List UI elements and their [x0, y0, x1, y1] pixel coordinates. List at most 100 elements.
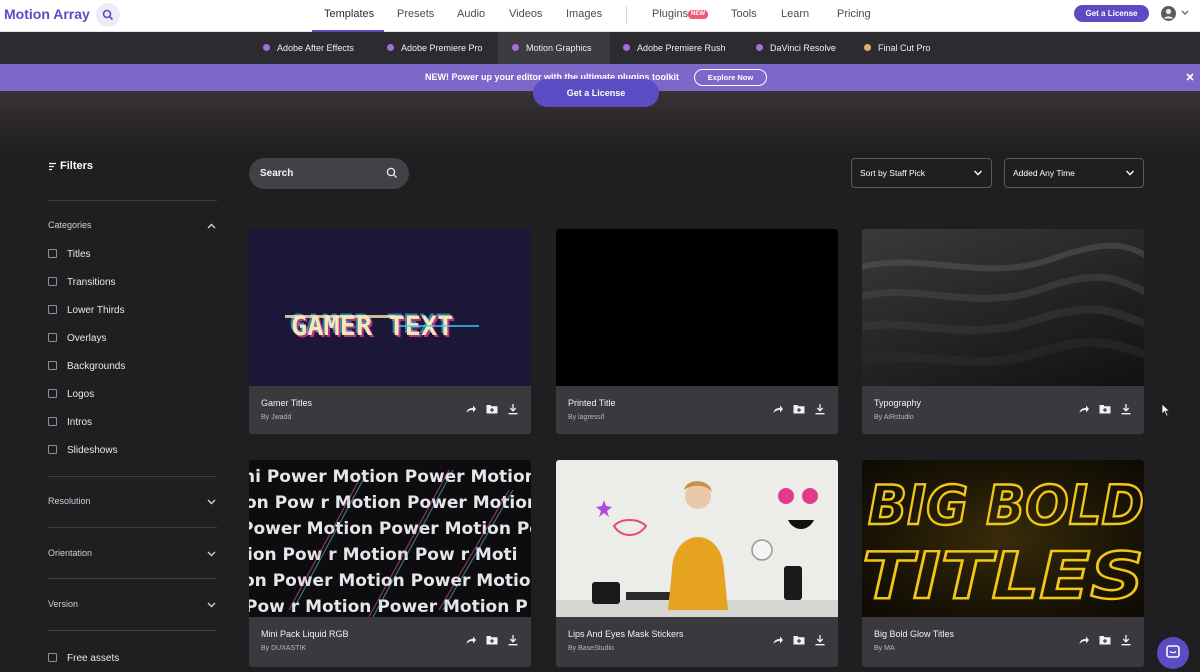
sort-select[interactable]: Sort by Staff Pick [851, 158, 992, 188]
add-to-folder-icon[interactable] [486, 634, 498, 646]
card-title[interactable]: Printed Title [568, 398, 616, 408]
nav-tools[interactable]: Tools [731, 8, 757, 20]
logo[interactable]: Motion Array [4, 6, 90, 22]
nav-learn[interactable]: Learn [781, 8, 809, 20]
share-icon[interactable] [1078, 403, 1090, 415]
nav-audio[interactable]: Audio [457, 8, 485, 20]
resolution-header[interactable]: Resolution [48, 496, 91, 506]
share-icon[interactable] [1078, 634, 1090, 646]
card-title[interactable]: Lips And Eyes Mask Stickers [568, 629, 684, 639]
download-icon[interactable] [507, 634, 519, 646]
chevron-down-icon[interactable] [206, 601, 217, 609]
card-title[interactable]: Gamer Titles [261, 398, 312, 408]
category-transitions[interactable]: Transitions [48, 276, 116, 290]
sand-dunes-preview [862, 242, 1144, 366]
card-title[interactable]: Mini Pack Liquid RGB [261, 629, 349, 639]
thumbnail-gamer-titles[interactable]: GAMER TEXT GAMER TEXT GAMER TEXT [249, 229, 531, 386]
thumbnail-printed-title[interactable] [556, 229, 838, 386]
subnav-davinci-resolve[interactable]: DaVinci Resolve [756, 32, 836, 64]
search-icon[interactable] [386, 167, 398, 179]
time-select[interactable]: Added Any Time [1004, 158, 1144, 188]
share-icon[interactable] [465, 634, 477, 646]
subnav-final-cut-pro[interactable]: Final Cut Pro [864, 32, 931, 64]
nav-images[interactable]: Images [566, 8, 602, 20]
category-slideshows[interactable]: Slideshows [48, 444, 118, 458]
free-assets-filter[interactable]: Free assets [48, 652, 119, 666]
card-author[interactable]: By MA [874, 645, 895, 652]
subnav-premiere-rush[interactable]: Adobe Premiere Rush [623, 32, 726, 64]
checkbox[interactable] [48, 304, 57, 314]
download-icon[interactable] [1120, 403, 1132, 415]
category-titles[interactable]: Titles [48, 248, 91, 262]
checkbox[interactable] [48, 276, 57, 286]
add-to-folder-icon[interactable] [1099, 403, 1111, 415]
asset-card[interactable]: ni Power Motion Power Motion on Pow r Mo… [249, 460, 531, 667]
chevron-down-icon[interactable] [206, 498, 217, 506]
card-author[interactable]: By AiRstudio [874, 414, 914, 421]
download-icon[interactable] [507, 403, 519, 415]
share-icon[interactable] [772, 634, 784, 646]
add-to-folder-icon[interactable] [486, 403, 498, 415]
share-icon[interactable] [772, 403, 784, 415]
version-header[interactable]: Version [48, 599, 78, 609]
search-button[interactable] [96, 3, 120, 27]
card-author[interactable]: By BaseStudio [568, 645, 614, 652]
thumbnail-mini-pack-liquid-rgb[interactable]: ni Power Motion Power Motion on Pow r Mo… [249, 460, 531, 617]
nav-templates[interactable]: Templates [324, 8, 374, 20]
thumbnail-big-bold-glow-titles[interactable]: BIG BOLD TITLES [862, 460, 1144, 617]
nav-plugins[interactable]: Plugins [652, 8, 688, 20]
nav-presets[interactable]: Presets [397, 8, 434, 20]
share-icon[interactable] [465, 403, 477, 415]
card-author[interactable]: By DUXASTIK [261, 645, 306, 652]
orientation-header[interactable]: Orientation [48, 548, 92, 558]
hero-get-license-button[interactable]: Get a License [533, 79, 659, 107]
chat-widget-button[interactable] [1157, 637, 1189, 669]
thumbnail-typography[interactable] [862, 229, 1144, 386]
category-lower-thirds[interactable]: Lower Thirds [48, 304, 125, 318]
explore-now-button[interactable]: Explore Now [694, 69, 767, 86]
nav-videos[interactable]: Videos [509, 8, 542, 20]
checkbox[interactable] [48, 416, 57, 426]
subnav-motion-graphics[interactable]: Motion Graphics [498, 32, 610, 64]
category-logos[interactable]: Logos [48, 388, 94, 402]
card-author[interactable]: By lagressif [568, 414, 604, 421]
download-icon[interactable] [814, 403, 826, 415]
nav-pricing[interactable]: Pricing [837, 8, 871, 20]
card-title[interactable]: Big Bold Glow Titles [874, 629, 954, 639]
add-to-folder-icon[interactable] [793, 634, 805, 646]
get-license-button[interactable]: Get a License [1074, 5, 1149, 22]
asset-card[interactable]: Printed Title By lagressif [556, 229, 838, 434]
add-to-folder-icon[interactable] [793, 403, 805, 415]
category-intros[interactable]: Intros [48, 416, 92, 430]
checkbox[interactable] [48, 248, 57, 258]
subnav-after-effects[interactable]: Adobe After Effects [263, 32, 354, 64]
card-title[interactable]: Typography [874, 398, 921, 408]
category-backgrounds[interactable]: Backgrounds [48, 360, 125, 374]
avatar[interactable] [1161, 6, 1176, 21]
checkbox[interactable] [48, 388, 57, 398]
add-to-folder-icon[interactable] [1099, 634, 1111, 646]
asset-card[interactable]: Lips And Eyes Mask Stickers By BaseStudi… [556, 460, 838, 667]
dot-icon [623, 44, 630, 51]
chevron-up-icon[interactable] [206, 222, 217, 230]
close-icon[interactable] [1184, 71, 1196, 83]
filter-icon [49, 162, 56, 170]
search-input[interactable] [249, 158, 409, 189]
checkbox[interactable] [48, 444, 57, 454]
categories-header[interactable]: Categories [48, 220, 92, 230]
asset-card[interactable]: GAMER TEXT GAMER TEXT GAMER TEXT Gamer T… [249, 229, 531, 434]
asset-card[interactable]: Typography By AiRstudio [862, 229, 1144, 434]
download-icon[interactable] [814, 634, 826, 646]
category-overlays[interactable]: Overlays [48, 332, 106, 346]
card-info: Gamer Titles By Jwadd [249, 386, 531, 434]
download-icon[interactable] [1120, 634, 1132, 646]
asset-card[interactable]: BIG BOLD TITLES Big Bold Glow Titles By … [862, 460, 1144, 667]
card-author[interactable]: By Jwadd [261, 414, 291, 421]
checkbox[interactable] [48, 652, 57, 662]
chevron-down-icon[interactable] [1180, 9, 1190, 17]
chevron-down-icon[interactable] [206, 550, 217, 558]
subnav-premiere-pro[interactable]: Adobe Premiere Pro [387, 32, 483, 64]
checkbox[interactable] [48, 360, 57, 370]
checkbox[interactable] [48, 332, 57, 342]
thumbnail-lips-and-eyes[interactable] [556, 460, 838, 617]
